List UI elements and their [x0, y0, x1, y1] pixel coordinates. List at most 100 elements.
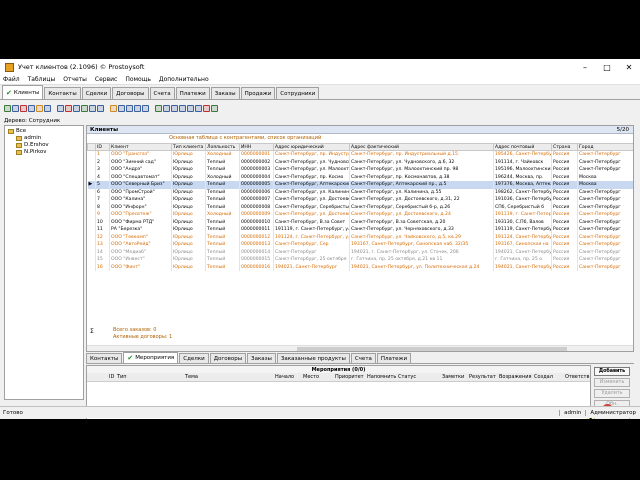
table-row[interactable]: 12 ООО "Тевкомп" Юрлицо Теплый 0000000012 191…	[87, 233, 633, 241]
toolbar-tool-icon[interactable]	[171, 104, 178, 112]
subtab-contracts[interactable]: Договоры	[209, 353, 247, 363]
events-column-header[interactable]: Напомнить	[367, 374, 396, 380]
table-row[interactable]: 14 ООО "Медиаб" Юрлицо Теплый 0000000014 Санк…	[87, 248, 633, 256]
table-row[interactable]: ▶ 5 ООО "Северный Бриз" Юрлицо Теплый 0000000…	[87, 181, 633, 189]
column-header[interactable]: ИНН	[239, 143, 274, 151]
tab-deals[interactable]: Сделки	[81, 87, 112, 99]
toolbar-tool-icon[interactable]	[110, 104, 117, 112]
delete-button[interactable]: Удалить	[594, 389, 630, 398]
close-button[interactable]: ✕	[618, 59, 640, 75]
tree-node-pirkov[interactable]: N.Pirkov	[8, 149, 80, 156]
toolbar-tool-icon[interactable]	[97, 104, 104, 112]
column-header[interactable]: Адрес почтовый	[493, 143, 552, 151]
events-column-header[interactable]: Ответств	[565, 374, 589, 380]
table-row[interactable]: 16 ООО "Финт" Юрлицо Теплый 0000000016 194021…	[87, 263, 633, 271]
toolbar-tool-icon[interactable]	[187, 104, 194, 112]
toolbar-tool-icon[interactable]	[118, 104, 125, 112]
menu-help[interactable]: Помощь	[125, 76, 151, 83]
menu-extra[interactable]: Дополнительно	[159, 76, 209, 83]
toolbar-tool-icon[interactable]	[126, 104, 133, 112]
toolbar-tool-icon[interactable]	[89, 104, 96, 112]
column-header[interactable]: Адрес фактический	[349, 143, 494, 151]
toolbar-tool-icon[interactable]	[4, 104, 11, 112]
maximize-button[interactable]: □	[596, 59, 618, 75]
scroll-thumb[interactable]	[297, 347, 567, 351]
subtab-ordered-products[interactable]: Заказанные продукты	[276, 353, 350, 363]
toolbar-tool-icon[interactable]	[12, 104, 19, 112]
toolbar-tool-icon[interactable]	[81, 104, 88, 112]
column-header[interactable]: Город	[577, 143, 633, 151]
events-column-header[interactable]: Заметки	[442, 374, 464, 380]
table-row[interactable]: 8 ООО "Инфорн" Юрлицо Теплый 0000000008 Санкт…	[87, 203, 633, 211]
toolbar-tool-icon[interactable]	[36, 104, 43, 112]
toolbar-tool-icon[interactable]	[73, 104, 80, 112]
table-cell-loyalty: Теплый	[205, 256, 240, 264]
events-column-header[interactable]: Место	[303, 374, 319, 380]
tree-node-admin[interactable]: admin	[8, 135, 80, 142]
menu-tables[interactable]: Таблицы	[28, 76, 56, 83]
subtab-contacts[interactable]: Контакты	[86, 353, 123, 363]
subtab-payments[interactable]: Платежи	[376, 353, 412, 363]
menu-service[interactable]: Сервис	[95, 76, 117, 83]
subtab-orders[interactable]: Заказы	[247, 353, 276, 363]
events-column-header[interactable]: Возражения	[499, 374, 532, 380]
tab-employees[interactable]: Сотрудники	[276, 87, 320, 99]
tab-contacts[interactable]: Контакты	[44, 87, 81, 99]
column-header[interactable]: Клиент	[109, 143, 172, 151]
toolbar-tool-icon[interactable]	[134, 104, 141, 112]
toolbar-tool-icon[interactable]	[57, 104, 64, 112]
tab-invoices[interactable]: Счета	[149, 87, 175, 99]
toolbar-tool-icon[interactable]	[65, 104, 72, 112]
toolbar-tool-icon[interactable]	[155, 104, 162, 112]
events-column-header[interactable]: Создал	[534, 374, 553, 380]
tab-orders[interactable]: Заказы	[210, 87, 240, 99]
table-row[interactable]: 1 ООО "Трансгаз" Юрлицо Холодный 0000000001 С…	[87, 150, 633, 159]
column-header[interactable]: Тип клиента	[171, 143, 206, 151]
table-row[interactable]: 10 ООО "Фирма РТД" Юрлицо Теплый 0000000010 С…	[87, 218, 633, 226]
subtab-invoices[interactable]: Счета	[350, 353, 376, 363]
subtab-deals[interactable]: Сделки	[179, 353, 209, 363]
events-column-header[interactable]: ID	[109, 374, 114, 380]
column-header[interactable]: Лояльность	[205, 143, 240, 151]
table-row[interactable]: 9 ООО "Пресвтеж" Юрлицо Холодный 0000000009 С…	[87, 211, 633, 219]
menu-file[interactable]: Файл	[3, 76, 20, 83]
tab-contracts[interactable]: Договоры	[112, 87, 149, 99]
events-column-header[interactable]: Начало	[275, 374, 294, 380]
toolbar-tool-icon[interactable]	[163, 104, 170, 112]
table-row[interactable]: 15 ООО "Инвест" Юрлицо Теплый 0000000015 Санк…	[87, 256, 633, 264]
tab-payments[interactable]: Платежи	[175, 87, 210, 99]
menu-reports[interactable]: Отчеты	[63, 76, 87, 83]
events-column-header[interactable]: Тип	[117, 374, 127, 380]
toolbar-tool-icon[interactable]	[20, 104, 27, 112]
toolbar-tool-icon[interactable]	[142, 104, 149, 112]
toolbar-tool-icon[interactable]	[195, 104, 202, 112]
horizontal-scrollbar[interactable]	[87, 345, 633, 351]
tab-sales[interactable]: Продажи	[240, 87, 276, 99]
table-row[interactable]: 11 РА "Березка" Юрлицо Теплый 0000000011 1911…	[87, 226, 633, 234]
events-column-header[interactable]: Результат	[469, 374, 496, 380]
table-row[interactable]: 7 ООО "Калина" Юрлицо Теплый 0000000007 Санкт…	[87, 196, 633, 204]
column-header[interactable]: Адрес юридический	[273, 143, 350, 151]
minimize-button[interactable]: –	[574, 59, 596, 75]
events-column-header[interactable]: Тема	[185, 374, 198, 380]
subtab-events[interactable]: ✔ Мероприятия	[123, 352, 179, 363]
table-row[interactable]: 13 ООО "АвтоРейд" Юрлицо Теплый 0000000013 Са…	[87, 241, 633, 249]
table-row[interactable]: 2 ООО "Зимний сад" Юрлицо Теплый 0000000002 С…	[87, 158, 633, 166]
table-row[interactable]: 6 ООО "ПромСтрой" Юрлицо Теплый 0000000006 Са…	[87, 188, 633, 196]
toolbar-tool-icon[interactable]	[28, 104, 35, 112]
toolbar-tool-icon[interactable]	[203, 104, 210, 112]
tree-node-all[interactable]: Все	[8, 128, 80, 135]
toolbar-tool-icon[interactable]	[44, 104, 51, 112]
events-column-header[interactable]: Статус	[398, 374, 416, 380]
events-column-header[interactable]: Приоритет	[335, 374, 364, 380]
toolbar-tool-icon[interactable]	[211, 104, 218, 112]
table-row[interactable]: 4 ООО "Спецавтомат" Юрлицо Холодный 00000000…	[87, 173, 633, 181]
table-row[interactable]: 3 ООО "Андрэ" Юрлицо Теплый 0000000003 Санкт-…	[87, 166, 633, 174]
column-header[interactable]: Страна	[551, 143, 578, 151]
edit-button[interactable]: Изменить	[594, 378, 630, 387]
tab-clients[interactable]: ✔ Клиенты	[2, 85, 44, 99]
add-button[interactable]: Добавить	[594, 367, 630, 376]
tree-node-ershov[interactable]: D.Ershov	[8, 142, 80, 149]
toolbar-tool-icon[interactable]	[179, 104, 186, 112]
column-header[interactable]: ID	[95, 143, 110, 151]
